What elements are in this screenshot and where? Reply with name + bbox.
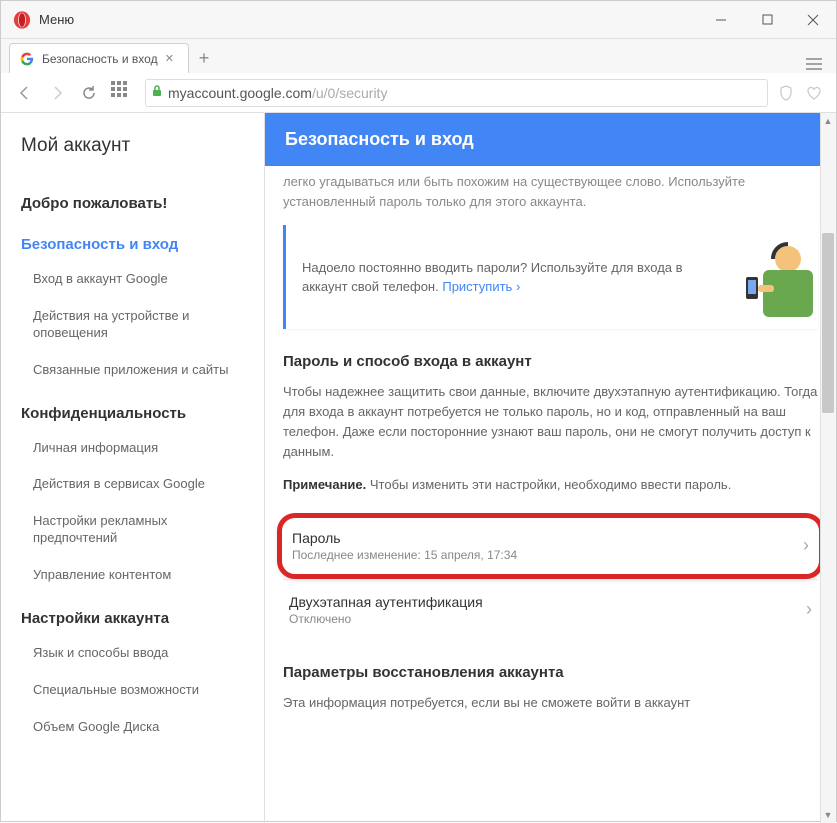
sidebar-item-personal-info[interactable]: Личная информация <box>1 430 264 467</box>
tab-title: Безопасность и вход <box>42 52 161 66</box>
sidebar-item-device-activity[interactable]: Действия на устройстве и оповещения <box>1 298 264 352</box>
scroll-thumb[interactable] <box>822 233 834 413</box>
sidebar-item-signin[interactable]: Вход в аккаунт Google <box>1 261 264 298</box>
close-tab-button[interactable]: ✕ <box>161 52 178 65</box>
sidebar-item-activity[interactable]: Действия в сервисах Google <box>1 466 264 503</box>
sidebar-title: Мой аккаунт <box>1 113 264 179</box>
section-signin-title: Пароль и способ входа в аккаунт <box>283 353 818 370</box>
url-input[interactable]: myaccount.google.com/u/0/security <box>145 79 768 107</box>
back-button[interactable] <box>9 77 41 109</box>
url-host: myaccount.google.com <box>168 85 312 101</box>
browser-tab[interactable]: Безопасность и вход ✕ <box>9 43 189 73</box>
scroll-down-icon[interactable]: ▼ <box>820 807 836 823</box>
main-area: Безопасность и вход легко угадываться ил… <box>265 113 836 823</box>
google-favicon-icon <box>20 52 34 66</box>
sidebar-item-connected-apps[interactable]: Связанные приложения и сайты <box>1 352 264 389</box>
sidebar-item-ads[interactable]: Настройки рекламных предпочтений <box>1 503 264 557</box>
new-tab-button[interactable]: + <box>189 43 219 73</box>
chevron-right-icon: › <box>806 599 812 620</box>
sidebar-section-privacy[interactable]: Конфиденциальность <box>1 389 264 430</box>
sidebar-section-security[interactable]: Безопасность и вход <box>1 220 264 261</box>
sidebar: Мой аккаунт Добро пожаловать! Безопаснос… <box>1 113 265 823</box>
sidebar-item-storage[interactable]: Объем Google Диска <box>1 709 264 746</box>
password-row[interactable]: Пароль Последнее изменение: 15 апреля, 1… <box>292 528 809 564</box>
titlebar: Меню <box>1 1 836 39</box>
person-phone-icon <box>728 237 818 317</box>
section-note: Примечание. Чтобы изменить эти настройки… <box>283 475 818 495</box>
password-row-title: Пароль <box>292 530 803 546</box>
sidebar-section-settings[interactable]: Настройки аккаунта <box>1 594 264 635</box>
phone-signin-promo[interactable]: Надоело постоянно вводить пароли? Исполь… <box>283 225 818 329</box>
window-buttons <box>698 1 836 39</box>
chevron-right-icon: › <box>516 279 520 294</box>
main-scroll: легко угадываться или быть похожим на су… <box>265 166 836 823</box>
two-step-row[interactable]: Двухэтапная аутентификация Отключено › <box>283 579 818 640</box>
section-signin-text: Чтобы надежнее защитить свои данные, вкл… <box>283 382 818 463</box>
page-header: Безопасность и вход <box>265 113 836 166</box>
sidebar-welcome[interactable]: Добро пожаловать! <box>1 179 264 220</box>
lock-icon <box>152 85 162 100</box>
sidebar-item-accessibility[interactable]: Специальные возможности <box>1 672 264 709</box>
speed-dial-button[interactable] <box>111 81 135 105</box>
promo-link[interactable]: Приступить › <box>442 279 520 294</box>
sidebar-item-content[interactable]: Управление контентом <box>1 557 264 594</box>
shield-icon[interactable] <box>772 79 800 107</box>
faded-intro: легко угадываться или быть похожим на су… <box>283 166 818 225</box>
promo-text: Надоело постоянно вводить пароли? Исполь… <box>302 258 718 297</box>
scroll-up-icon[interactable]: ▲ <box>820 113 836 129</box>
forward-button[interactable] <box>41 77 73 109</box>
two-step-title: Двухэтапная аутентификация <box>289 594 806 610</box>
recovery-text: Эта информация потребуется, если вы не с… <box>283 693 818 713</box>
menu-label: Меню <box>39 12 74 27</box>
sidebar-item-language[interactable]: Язык и способы ввода <box>1 635 264 672</box>
opera-logo-icon <box>13 11 31 29</box>
two-step-sub: Отключено <box>289 612 806 626</box>
close-window-button[interactable] <box>790 1 836 39</box>
minimize-button[interactable] <box>698 1 744 39</box>
reload-button[interactable] <box>73 77 105 109</box>
page-content: Мой аккаунт Добро пожаловать! Безопаснос… <box>1 113 836 823</box>
chevron-right-icon: › <box>803 535 809 556</box>
heart-icon[interactable] <box>800 79 828 107</box>
scrollbar[interactable]: ▲ ▼ <box>820 113 836 823</box>
address-bar: myaccount.google.com/u/0/security <box>1 73 836 113</box>
tab-menu-button[interactable] <box>802 58 826 73</box>
url-path: /u/0/security <box>312 85 387 101</box>
maximize-button[interactable] <box>744 1 790 39</box>
browser-menu-button[interactable]: Меню <box>1 1 86 38</box>
password-row-sub: Последнее изменение: 15 апреля, 17:34 <box>292 548 803 562</box>
recovery-title: Параметры восстановления аккаунта <box>283 664 818 681</box>
password-row-highlight: Пароль Последнее изменение: 15 апреля, 1… <box>277 513 824 579</box>
tab-bar: Безопасность и вход ✕ + <box>1 39 836 73</box>
